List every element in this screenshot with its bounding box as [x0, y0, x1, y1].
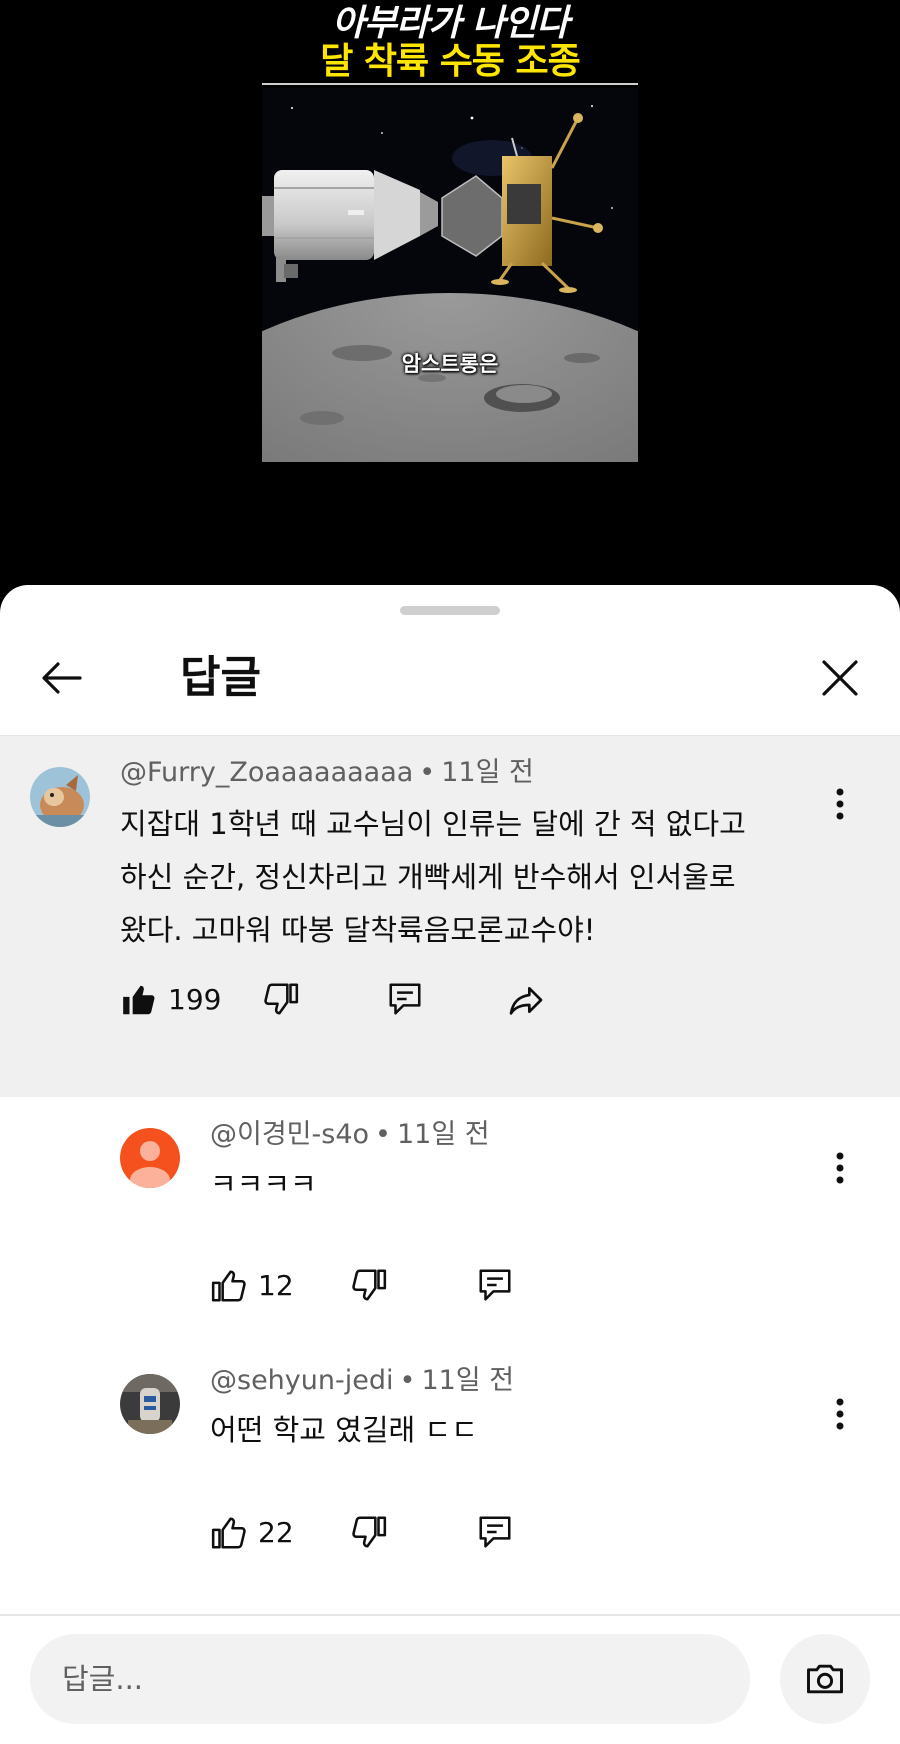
share-button[interactable]	[506, 980, 546, 1020]
video-frame-image	[262, 88, 638, 462]
back-button[interactable]	[26, 642, 98, 714]
dislike-button[interactable]	[350, 1513, 388, 1551]
thumb-up-filled-icon	[123, 985, 155, 1015]
video-title-line2: 달 착륙 수동 조종	[320, 41, 580, 82]
reply-comment-icon	[479, 1516, 511, 1548]
reply-text: ㅋㅋㅋㅋ	[210, 1167, 317, 1201]
thumb-up-icon	[211, 1517, 246, 1549]
more-vert-icon	[836, 788, 844, 820]
avatar[interactable]	[30, 767, 90, 827]
more-vert-icon	[836, 1398, 844, 1430]
meta-separator: •	[375, 1119, 391, 1150]
video-player[interactable]: 아부라가 나인다 달 착륙 수동 조종 암스트롱은	[0, 0, 900, 600]
sheet-drag-handle[interactable]	[400, 606, 500, 615]
like-button[interactable]: 22	[210, 1513, 294, 1553]
thumb-down-icon	[352, 1516, 387, 1548]
meta-separator: •	[419, 757, 436, 788]
close-icon	[822, 660, 858, 696]
close-button[interactable]	[804, 642, 876, 714]
reply-comment-icon	[389, 983, 421, 1015]
like-button[interactable]: 199	[120, 980, 221, 1020]
comment-text-line: 하신 순간, 정신차리고 개빡세게 반수해서 인서울로	[120, 860, 736, 894]
reply-button[interactable]	[476, 1266, 514, 1304]
video-subtitle: 암스트롱은	[401, 352, 499, 376]
thumb-up-icon	[211, 1270, 246, 1302]
reply-time: 11일 전	[396, 1119, 490, 1150]
camera-icon	[807, 1664, 843, 1694]
comment-meta: @Furry_Zoaaaaaaaaa • 11일 전	[120, 755, 534, 791]
thumb-down-icon	[264, 983, 299, 1015]
comment-time: 11일 전	[441, 757, 534, 788]
like-count: 22	[258, 1516, 294, 1549]
meta-separator: •	[399, 1365, 416, 1396]
avatar[interactable]	[120, 1374, 180, 1434]
reply-text: 어떤 학교 였길래 ㄷㄷ	[210, 1413, 478, 1447]
reply-meta: @이경민-s4o • 11일 전	[210, 1117, 490, 1153]
comment-author[interactable]: @Furry_Zoaaaaaaaaa	[120, 757, 413, 788]
reply-more-button[interactable]	[820, 1386, 860, 1442]
composer-divider	[0, 1614, 900, 1616]
dislike-button[interactable]	[350, 1266, 388, 1304]
reply-author[interactable]: @sehyun-jedi	[210, 1365, 394, 1396]
reply-time: 11일 전	[421, 1365, 515, 1396]
comment-text-line: 지잡대 1학년 때 교수님이 인류는 달에 간 적 없다고	[120, 807, 746, 841]
title-divider	[262, 83, 638, 85]
like-count: 199	[168, 983, 222, 1016]
parent-comment: @Furry_Zoaaaaaaaaa • 11일 전 지잡대 1학년 때 교수님이 …	[0, 736, 900, 1097]
reply-input[interactable]	[30, 1634, 750, 1724]
thumb-down-icon	[352, 1269, 387, 1301]
comment-text: 지잡대 1학년 때 교수님이 인류는 달에 간 적 없다고 하신 순간, 정신차…	[120, 798, 820, 957]
share-icon	[509, 987, 543, 1015]
reply-author[interactable]: @이경민-s4o	[210, 1119, 369, 1150]
more-vert-icon	[836, 1152, 844, 1184]
camera-button[interactable]	[780, 1634, 870, 1724]
arrow-left-icon	[42, 662, 82, 694]
comment-text-line: 왔다. 고마워 따봉 달착륙음모론교수야!	[120, 913, 596, 947]
like-count: 12	[258, 1269, 294, 1302]
replies-sheet: 답글 @Furry_Zoaaaaaaaaa • 11일 전 지잡대 1학년 때 …	[0, 585, 900, 1744]
sheet-title: 답글	[180, 652, 261, 703]
reply-meta: @sehyun-jedi • 11일 전	[210, 1363, 514, 1399]
avatar[interactable]	[120, 1128, 180, 1188]
reply-more-button[interactable]	[820, 1140, 860, 1196]
sheet-header: 답글	[0, 620, 900, 720]
dislike-button[interactable]	[262, 980, 300, 1018]
reply-button[interactable]	[476, 1513, 514, 1551]
like-button[interactable]: 12	[210, 1266, 294, 1306]
reply-comment-icon	[479, 1269, 511, 1301]
reply-button[interactable]	[386, 980, 424, 1018]
comment-more-button[interactable]	[820, 776, 860, 832]
